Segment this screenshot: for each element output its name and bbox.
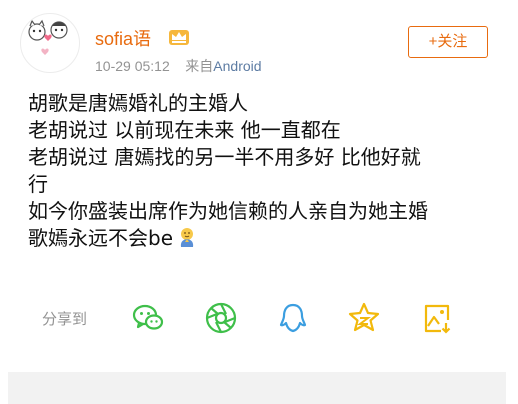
post-time: 10-29 05:12 (95, 58, 170, 74)
post-content: 胡歌是唐嫣婚礼的主婚人 老胡说过 以前现在未来 他一直都在 老胡说过 唐嫣找的另… (28, 90, 490, 252)
wechat-icon[interactable] (130, 300, 166, 336)
username[interactable]: sofia语 (95, 25, 151, 51)
footer-divider (8, 372, 506, 404)
vip-crown-icon (169, 30, 189, 45)
source-prefix: 来自 (185, 58, 214, 74)
post-meta: 10-29 05:12 来自Android (95, 56, 262, 76)
moments-icon[interactable] (203, 300, 239, 336)
content-line: 行 (28, 172, 48, 196)
praying-emoji-icon (180, 228, 194, 247)
content-line-last: 歌嫣永远不会be (28, 225, 490, 252)
avatar-cats-icon (28, 19, 68, 55)
qq-icon[interactable] (275, 300, 311, 336)
content-line: 如今你盛装出席作为她信赖的人亲自为她主婚 (28, 199, 428, 223)
content-line-text: 歌嫣永远不会be (28, 226, 173, 250)
content-line: 老胡说过 以前现在未来 他一直都在 (28, 118, 341, 142)
content-line: 老胡说过 唐嫣找的另一半不用多好 比他好就 (28, 145, 421, 169)
share-bar: 分享到 (0, 292, 518, 342)
qzone-icon[interactable] (346, 300, 382, 336)
avatar[interactable] (20, 13, 80, 73)
image-save-icon[interactable] (419, 300, 455, 336)
content-line: 胡歌是唐嫣婚礼的主婚人 (28, 91, 248, 115)
share-label: 分享到 (42, 311, 88, 328)
source-name[interactable]: Android (213, 58, 261, 74)
follow-button[interactable]: +关注 (408, 26, 488, 58)
